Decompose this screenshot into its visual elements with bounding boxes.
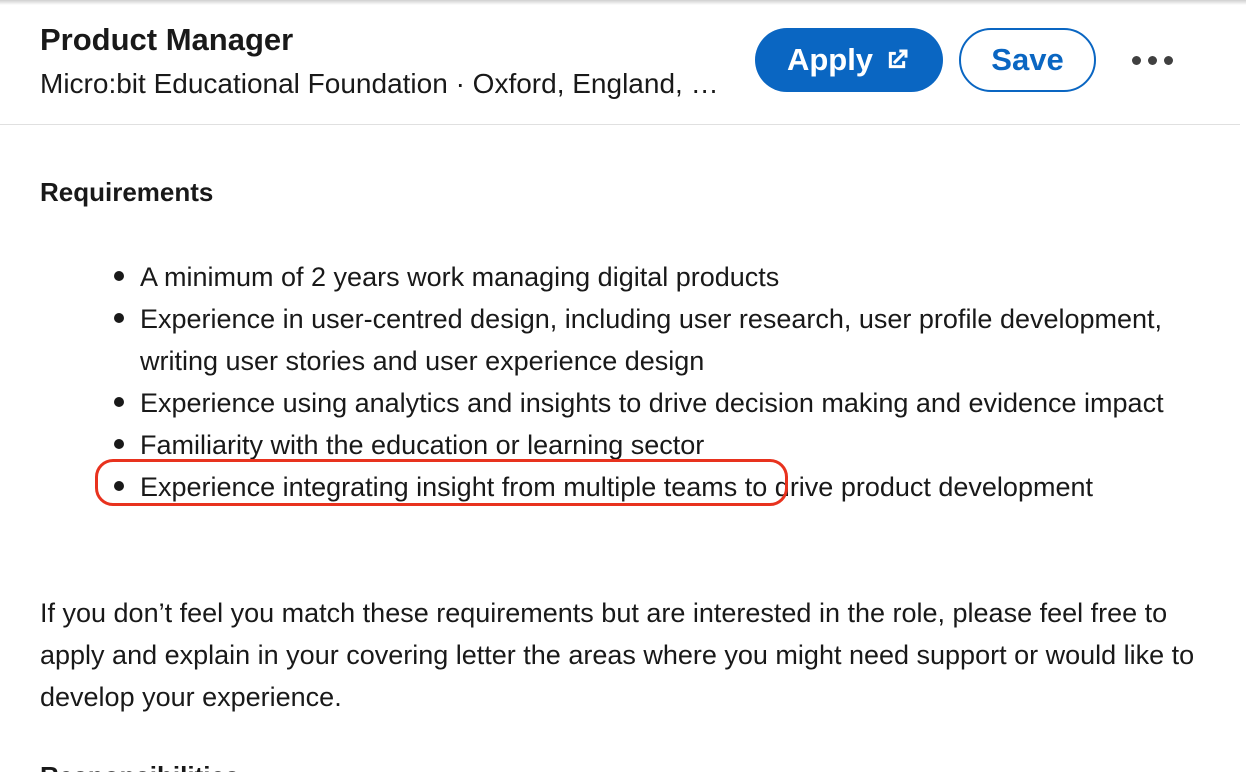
bullet-icon	[114, 271, 124, 281]
requirement-text: Experience in user-centred design, inclu…	[140, 304, 1163, 376]
job-details-page: Product Manager Micro:bit Educational Fo…	[0, 0, 1246, 772]
requirement-item: Experience in user-centred design, inclu…	[0, 298, 1200, 382]
requirement-item: Experience integrating insight from mult…	[0, 466, 1200, 508]
more-dot	[1147, 55, 1157, 65]
closing-paragraph: If you don’t feel you match these requir…	[40, 598, 1195, 712]
bullet-icon	[114, 439, 124, 449]
save-button[interactable]: Save	[959, 28, 1096, 92]
job-header: Product Manager Micro:bit Educational Fo…	[0, 0, 1240, 125]
more-options-icon[interactable]	[1122, 40, 1182, 80]
bullet-icon	[114, 313, 124, 323]
requirement-text: Experience integrating insight from mult…	[140, 472, 1093, 502]
apply-button-label: Apply	[786, 42, 874, 77]
requirement-item: Experience using analytics and insights …	[0, 382, 1200, 424]
requirements-heading: Requirements	[40, 177, 214, 207]
requirement-text: Experience using analytics and insights …	[140, 388, 1164, 418]
requirements-list: A minimum of 2 years work managing digit…	[0, 256, 1246, 508]
company-location: Micro:bit Educational Foundation · Oxfor…	[40, 68, 730, 99]
job-title: Product Manager	[40, 22, 294, 57]
apply-button[interactable]: Apply	[755, 28, 943, 92]
requirement-text: A minimum of 2 years work managing digit…	[140, 262, 780, 292]
save-button-label: Save	[991, 42, 1064, 77]
external-link-icon	[888, 49, 908, 69]
responsibilities-heading: Responsibilities	[40, 756, 239, 772]
requirement-item: A minimum of 2 years work managing digit…	[0, 256, 1200, 298]
requirement-text: Familiarity with the education or learni…	[140, 430, 705, 460]
more-dot	[1131, 55, 1141, 65]
bullet-icon	[114, 397, 124, 407]
bullet-icon	[114, 481, 124, 491]
more-dot	[1163, 55, 1173, 65]
requirement-item-highlighted: Familiarity with the education or learni…	[0, 424, 1200, 466]
